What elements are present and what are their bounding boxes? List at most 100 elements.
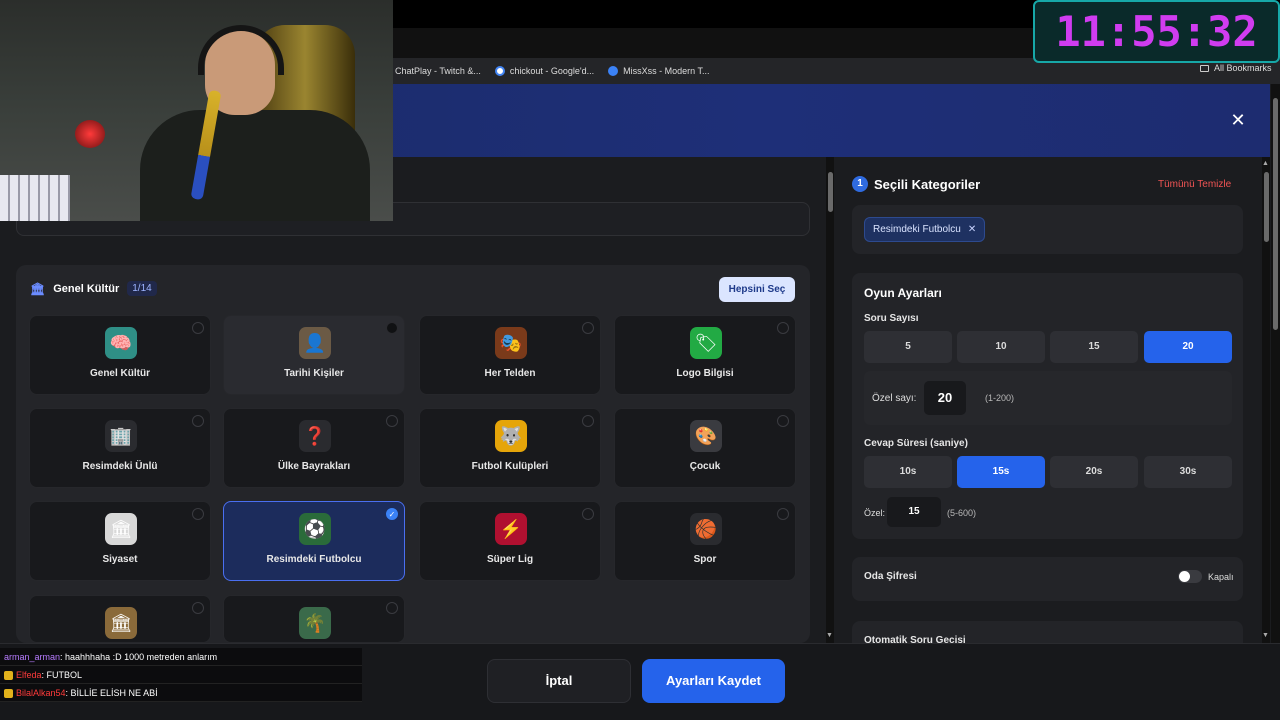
step-number-badge: 1	[852, 176, 868, 192]
category-card[interactable]: ❓ Ülke Bayrakları	[223, 408, 405, 488]
category-card[interactable]: ⚡ Süper Lig	[419, 501, 601, 581]
select-radio[interactable]	[582, 415, 594, 427]
category-card[interactable]: 👤 Tarihi Kişiler	[223, 315, 405, 395]
selected-categories-title: Seçili Kategoriler	[874, 177, 981, 192]
select-all-button[interactable]: Hepsini Seç	[719, 277, 795, 302]
game-settings-title: Oyun Ayarları	[864, 286, 942, 300]
category-icon: 🏛	[105, 607, 137, 639]
bookmark-label: chickout - Google'd...	[509, 66, 595, 76]
chat-message: Elfeda: FUTBOL	[0, 666, 362, 684]
category-label: Futbol Kulüpleri	[471, 461, 549, 472]
scroll-down-arrow-icon[interactable]: ▼	[826, 632, 833, 639]
category-card[interactable]: ⚽ Resimdeki Futbolcu ✓	[223, 501, 405, 581]
select-radio[interactable]	[777, 415, 789, 427]
category-label: Her Telden	[484, 368, 536, 379]
select-radio[interactable]	[192, 415, 204, 427]
category-label: Tarihi Kişiler	[284, 368, 344, 379]
option-button[interactable]: 5	[864, 331, 952, 363]
category-card[interactable]: 🏛	[29, 595, 211, 643]
option-button[interactable]: 30s	[1144, 456, 1232, 488]
webcam-overlay	[0, 0, 393, 221]
option-button[interactable]: 10	[957, 331, 1045, 363]
category-icon: 🎨	[690, 420, 722, 452]
left-scrollbar[interactable]	[826, 157, 834, 643]
chat-message: arman_arman: haahhhaha :D 1000 metreden …	[0, 648, 362, 666]
custom-time-input[interactable]: 15	[887, 497, 941, 527]
check-icon[interactable]: ✓	[386, 508, 398, 520]
category-card[interactable]: 🐺 Futbol Kulüpleri	[419, 408, 601, 488]
category-count-badge: 1/14	[127, 281, 157, 296]
remove-chip-icon[interactable]: ✕	[968, 224, 976, 235]
right-scrollbar-thumb[interactable]	[1264, 172, 1269, 242]
custom-count-label: Özel sayı:	[872, 393, 917, 404]
stream-clock: 11:55:32	[1033, 0, 1280, 63]
category-label: Ülke Bayrakları	[277, 461, 351, 472]
chat-username: Elfeda	[16, 670, 42, 680]
option-button[interactable]: 15	[1050, 331, 1138, 363]
category-icon: 🏛	[105, 513, 137, 545]
category-icon: ❓	[299, 420, 331, 452]
page-scrollbar-thumb[interactable]	[1273, 98, 1278, 330]
select-radio[interactable]	[582, 322, 594, 334]
subscriber-badge-icon	[4, 689, 13, 699]
category-label: Çocuk	[689, 461, 721, 472]
bookmark-chickout[interactable]: chickout - Google'd...	[494, 66, 595, 76]
building-icon: 🏛	[30, 281, 46, 296]
select-radio[interactable]	[192, 508, 204, 520]
category-card[interactable]: 🎨 Çocuk	[614, 408, 796, 488]
category-icon: 🏷	[690, 327, 722, 359]
select-radio[interactable]	[386, 602, 398, 614]
category-icon: 🎭	[495, 327, 527, 359]
stream-chat: arman_arman: haahhhaha :D 1000 metreden …	[0, 648, 362, 702]
select-radio[interactable]	[777, 508, 789, 520]
category-label: Genel Kültür	[89, 368, 150, 379]
category-icon: 🏢	[105, 420, 137, 452]
custom-count-input[interactable]: 20	[924, 381, 966, 415]
category-card[interactable]: 🌴	[223, 595, 405, 643]
bookmark-missxss[interactable]: MissXss - Modern T...	[608, 66, 710, 76]
left-scrollbar-thumb[interactable]	[828, 172, 833, 212]
custom-time-label: Özel:	[864, 508, 886, 518]
category-card[interactable]: 🏷 Logo Bilgisi	[614, 315, 796, 395]
save-settings-button[interactable]: Ayarları Kaydet	[642, 659, 785, 703]
custom-count-hint: (1-200)	[985, 393, 1015, 403]
microphone	[75, 120, 105, 148]
scroll-up-arrow-icon[interactable]: ▲	[1262, 160, 1269, 167]
room-password-toggle[interactable]	[1178, 570, 1202, 583]
select-radio[interactable]	[386, 322, 398, 334]
category-card[interactable]: 🏢 Resimdeki Ünlü	[29, 408, 211, 488]
category-icon: ⚽	[299, 513, 331, 545]
category-icon: 🐺	[495, 420, 527, 452]
category-card[interactable]: 🎭 Her Telden	[419, 315, 601, 395]
toggle-knob	[1179, 571, 1190, 582]
category-card[interactable]: 🏛 Siyaset	[29, 501, 211, 581]
option-button[interactable]: 15s	[957, 456, 1045, 488]
category-group-title: Genel Kültür	[53, 282, 120, 295]
select-radio[interactable]	[192, 322, 204, 334]
category-icon: 🌴	[299, 607, 331, 639]
clear-all-button[interactable]: Tümünü Temizle	[1158, 179, 1231, 190]
category-card[interactable]: 🏀 Spor	[614, 501, 796, 581]
option-button[interactable]: 20s	[1050, 456, 1138, 488]
close-icon[interactable]: ✕	[1228, 110, 1248, 130]
room-password-label: Oda Şifresi	[864, 571, 917, 582]
select-radio[interactable]	[582, 508, 594, 520]
option-button[interactable]: 20	[1144, 331, 1232, 363]
select-radio[interactable]	[192, 602, 204, 614]
chat-text: : FUTBOL	[41, 670, 83, 680]
chat-username: BilalAlkan54	[16, 688, 66, 698]
room-password-state: Kapalı	[1208, 572, 1234, 582]
cancel-button[interactable]: İptal	[487, 659, 631, 703]
select-radio[interactable]	[777, 322, 789, 334]
category-card[interactable]: 🧠 Genel Kültür	[29, 315, 211, 395]
bookmark-chatplay[interactable]: ChatPlay - Twitch &...	[395, 66, 481, 76]
custom-time-hint: (5-600)	[947, 508, 977, 518]
select-radio[interactable]	[386, 415, 398, 427]
scroll-down-arrow-icon[interactable]: ▼	[1262, 632, 1269, 639]
all-bookmarks-button[interactable]: All Bookmarks	[1200, 63, 1272, 73]
category-group-header: 🏛 Genel Kültür 1/14	[30, 281, 157, 296]
chat-text: : haahhhaha :D 1000 metreden anlarım	[60, 652, 218, 662]
selected-category-chip: Resimdeki Futbolcu ✕	[864, 217, 986, 242]
option-button[interactable]: 10s	[864, 456, 952, 488]
category-label: Spor	[693, 554, 717, 565]
